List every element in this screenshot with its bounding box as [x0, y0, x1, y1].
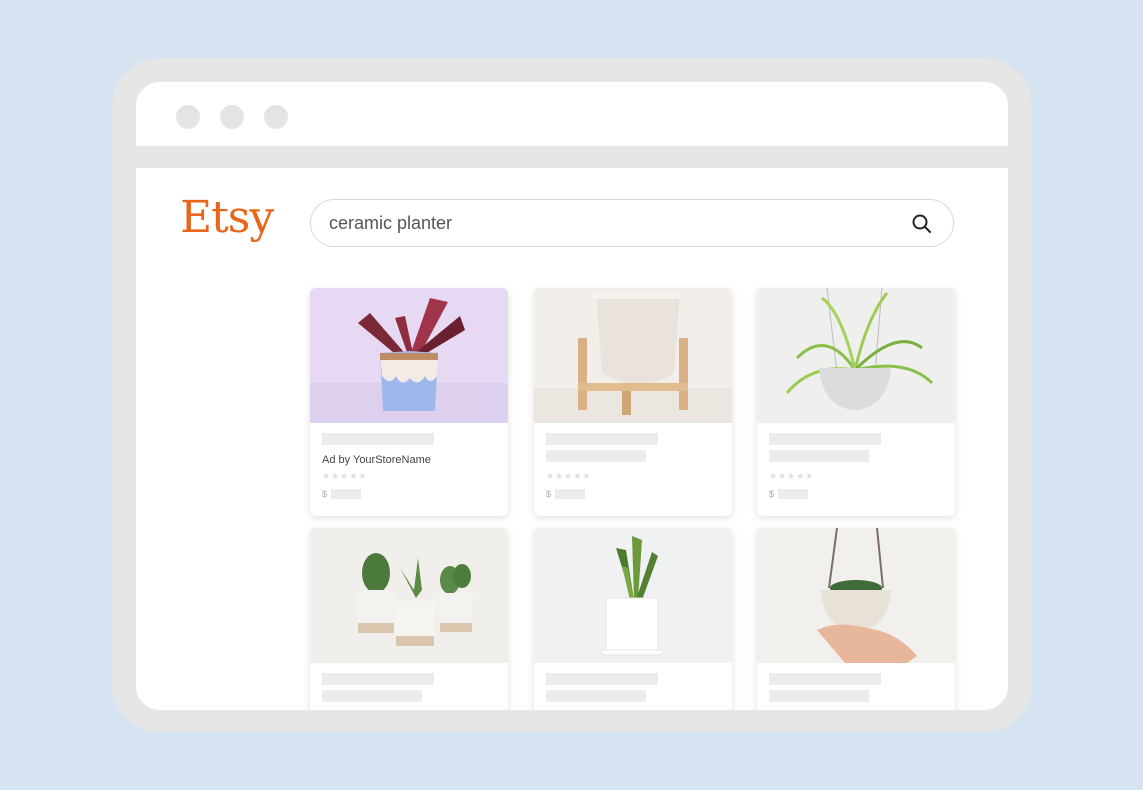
price-symbol: $: [322, 489, 328, 499]
placeholder-subtitle: [546, 450, 646, 462]
search-bar[interactable]: ceramic planter: [310, 199, 954, 247]
listing-image[interactable]: [310, 528, 508, 663]
browser-frame: Etsy ceramic planter Ad by YourStoreName…: [112, 58, 1032, 732]
placeholder-title: [769, 673, 881, 685]
placeholder-subtitle: [546, 690, 646, 702]
placeholder-title: [546, 433, 658, 445]
listing-image[interactable]: [757, 528, 955, 663]
price-symbol: $: [546, 489, 552, 499]
listing-image[interactable]: [310, 288, 508, 423]
placeholder-title: [322, 673, 434, 685]
rating-stars: ★★★★★: [546, 471, 592, 481]
placeholder-price: [555, 489, 585, 499]
listing-card[interactable]: [757, 528, 955, 710]
placeholder-price: [778, 489, 808, 499]
listing-card[interactable]: Ad by YourStoreName ★★★★★ $: [310, 288, 508, 516]
rating-stars: ★★★★★: [769, 471, 815, 481]
ad-label: Ad by YourStoreName: [322, 454, 431, 466]
listing-card[interactable]: ★★★★★ $: [757, 288, 955, 516]
placeholder-title: [769, 433, 881, 445]
listing-card[interactable]: [310, 528, 508, 710]
placeholder-subtitle: [769, 450, 869, 462]
window-maximize-dot[interactable]: [264, 105, 288, 129]
placeholder-title: [546, 673, 658, 685]
rating-stars: ★★★★★: [322, 471, 368, 481]
placeholder-title: [322, 433, 434, 445]
browser-titlebar: [136, 82, 1008, 146]
window-close-dot[interactable]: [176, 105, 200, 129]
listing-image[interactable]: [534, 528, 732, 663]
listing-card[interactable]: ★★★★★ $: [534, 288, 732, 516]
search-input[interactable]: ceramic planter: [329, 213, 452, 234]
placeholder-price: [331, 489, 361, 499]
placeholder-subtitle: [769, 690, 869, 702]
page-content: Etsy ceramic planter Ad by YourStoreName…: [136, 168, 1008, 710]
listing-image[interactable]: [757, 288, 955, 423]
window-minimize-dot[interactable]: [220, 105, 244, 129]
listing-card[interactable]: [534, 528, 732, 710]
price-symbol: $: [769, 489, 775, 499]
etsy-logo[interactable]: Etsy: [180, 192, 274, 243]
listing-image[interactable]: [534, 288, 732, 423]
search-icon[interactable]: [911, 213, 933, 235]
placeholder-subtitle: [322, 690, 422, 702]
